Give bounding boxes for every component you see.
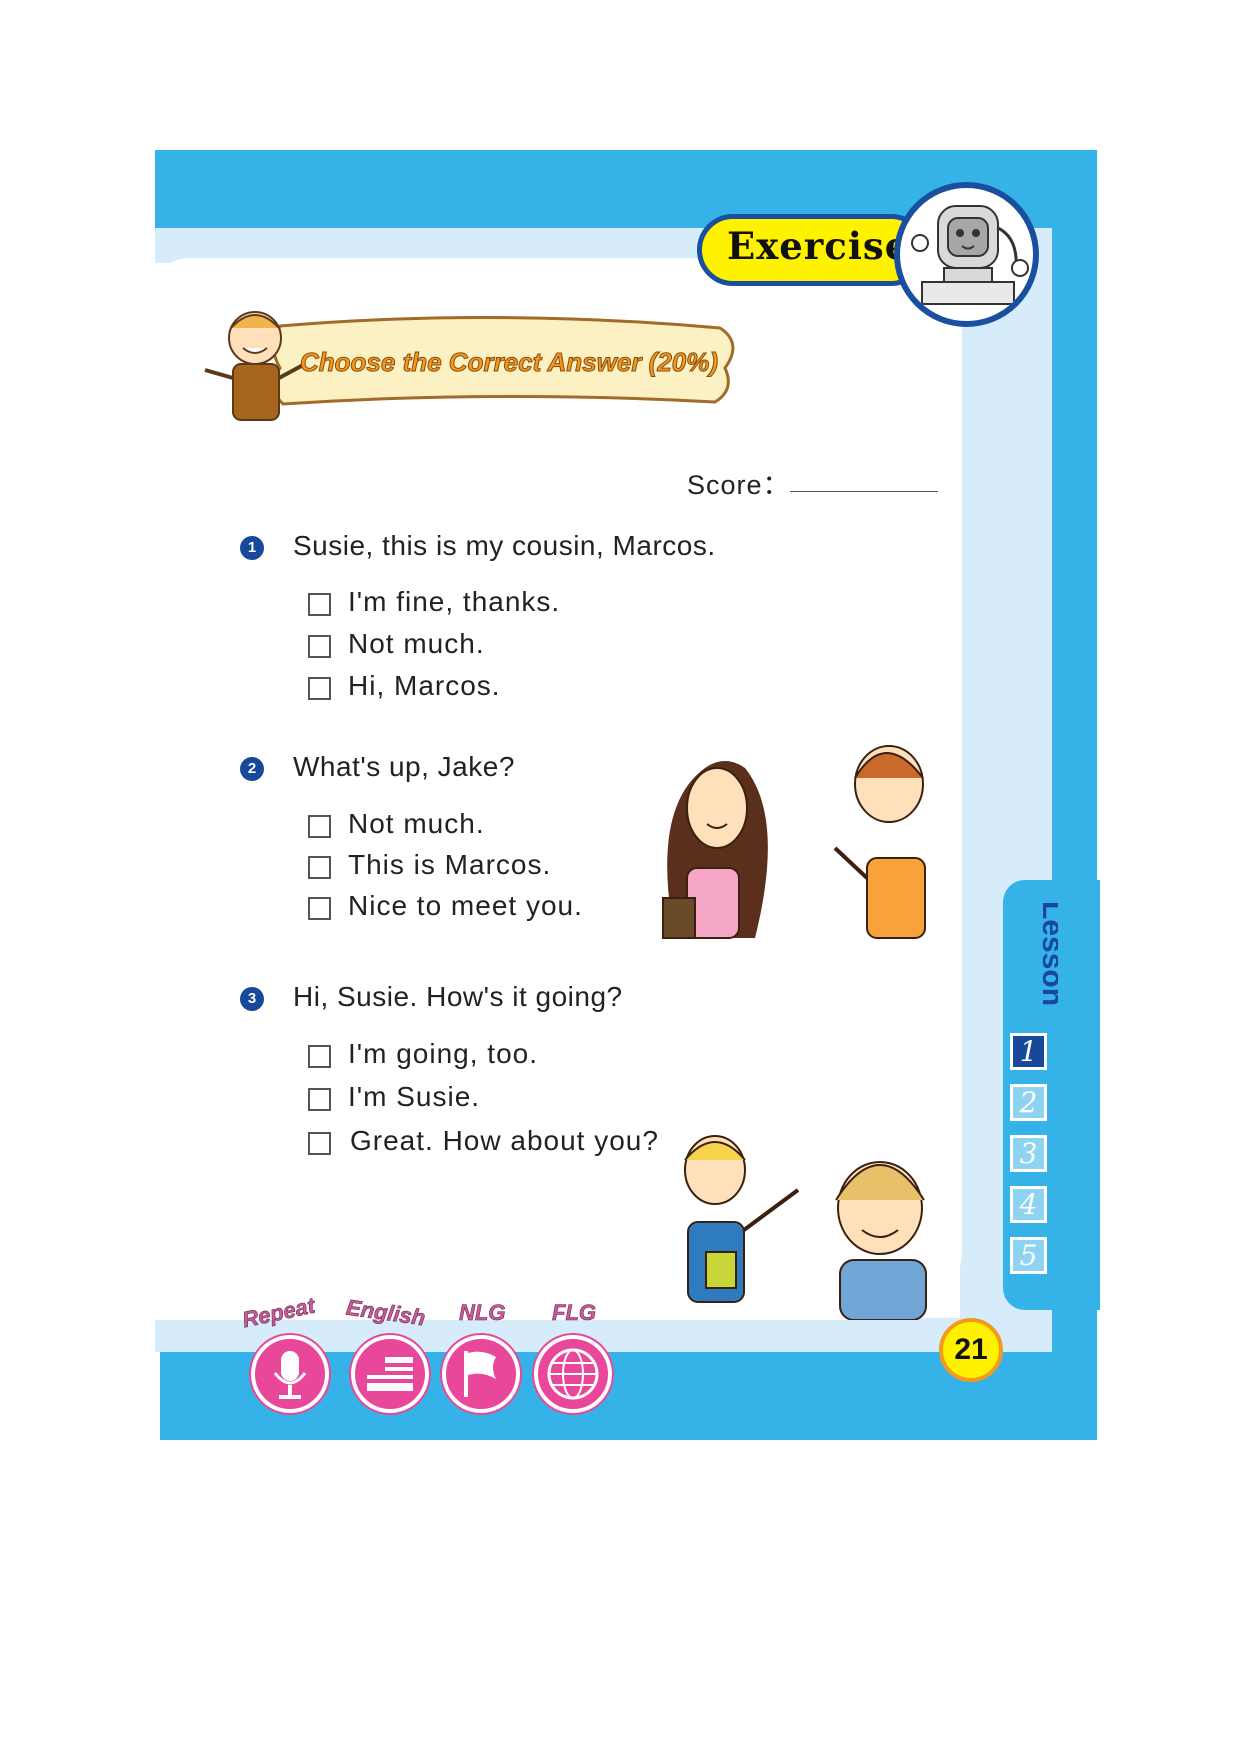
answer-checkbox[interactable] bbox=[308, 1045, 331, 1068]
microphone-icon[interactable] bbox=[251, 1335, 329, 1413]
boy-and-girl-greeting-illustration bbox=[684, 1135, 927, 1320]
page-number: 21 bbox=[939, 1318, 1003, 1382]
answer-option: Not much. bbox=[348, 808, 485, 839]
answer-checkbox[interactable] bbox=[308, 815, 331, 838]
answer-option: Great. How about you? bbox=[350, 1125, 659, 1156]
computer-mascot-icon bbox=[894, 182, 1039, 327]
lesson-5-button[interactable]: 5 bbox=[1010, 1237, 1047, 1274]
exercise-label: Exercise bbox=[727, 224, 910, 268]
question-prompt: What's up, Jake? bbox=[293, 751, 515, 782]
answer-checkbox[interactable] bbox=[308, 897, 331, 920]
answer-option: Hi, Marcos. bbox=[348, 670, 501, 701]
question-number: 3 bbox=[240, 987, 264, 1011]
answer-option: Not much. bbox=[348, 628, 485, 659]
lesson-3-button[interactable]: 3 bbox=[1010, 1135, 1047, 1172]
girl-and-boy-illustration bbox=[662, 745, 926, 939]
score-field[interactable] bbox=[790, 491, 938, 492]
lesson-2-button[interactable]: 2 bbox=[1010, 1084, 1047, 1121]
flg-caption: FLG bbox=[552, 1300, 597, 1326]
question-prompt: Susie, this is my cousin, Marcos. bbox=[293, 530, 716, 561]
answer-checkbox[interactable] bbox=[308, 677, 331, 700]
answer-checkbox[interactable] bbox=[308, 1088, 331, 1111]
answer-option: This is Marcos. bbox=[348, 849, 552, 880]
question-number: 2 bbox=[240, 757, 264, 781]
lesson-4-button[interactable]: 4 bbox=[1010, 1186, 1047, 1223]
us-flag-icon[interactable] bbox=[351, 1335, 429, 1413]
globe-icon[interactable] bbox=[534, 1335, 612, 1413]
score-label: Score： bbox=[687, 470, 791, 500]
answer-option: I'm going, too. bbox=[348, 1038, 538, 1069]
question-prompt: Hi, Susie. How's it going? bbox=[293, 981, 623, 1012]
answer-checkbox[interactable] bbox=[308, 1132, 331, 1155]
lesson-label-text: Lesson bbox=[1036, 901, 1058, 1006]
question-number: 1 bbox=[240, 536, 264, 560]
answer-checkbox[interactable] bbox=[308, 856, 331, 879]
lesson-label: Lesson bbox=[1036, 901, 1058, 1006]
answer-option: I'm fine, thanks. bbox=[348, 586, 561, 617]
answer-checkbox[interactable] bbox=[308, 593, 331, 616]
answer-option: I'm Susie. bbox=[348, 1081, 481, 1112]
flag-icon[interactable] bbox=[442, 1335, 520, 1413]
lesson-1-button[interactable]: 1 bbox=[1010, 1033, 1047, 1070]
answer-checkbox[interactable] bbox=[308, 635, 331, 658]
instruction-banner: Choose the Correct Answer (20%) bbox=[299, 347, 719, 378]
answer-option: Nice to meet you. bbox=[348, 890, 583, 921]
nlg-caption: NLG bbox=[459, 1300, 506, 1326]
